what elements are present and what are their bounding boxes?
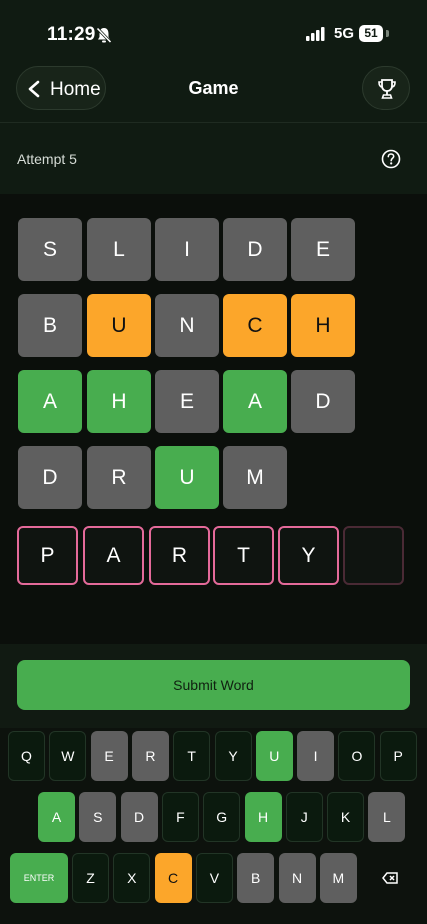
keyboard-key[interactable]: E [90, 731, 128, 781]
letter-tile: E [155, 370, 219, 433]
game-board: SLIDEBUNCHAHEADDRUMPARTY [0, 194, 427, 644]
letter-tile: A [223, 370, 287, 433]
keyboard-key[interactable]: P [379, 731, 417, 781]
keyboard-key[interactable]: V [195, 853, 233, 903]
letter-tile: U [87, 294, 151, 357]
letter-tile: C [223, 294, 287, 357]
keyboard-key[interactable]: N [278, 853, 316, 903]
attempt-bar: Attempt 5 [0, 123, 427, 194]
submit-area: Submit Word [0, 644, 427, 728]
attempt-counter: Attempt 5 [17, 151, 77, 167]
keyboard-key[interactable]: I [297, 731, 335, 781]
submit-word-button[interactable]: Submit Word [17, 660, 410, 710]
letter-tile: U [155, 446, 219, 509]
letter-tile: R [87, 446, 151, 509]
letter-tile: N [155, 294, 219, 357]
keyboard-key[interactable]: S [79, 792, 117, 842]
letter-tile: M [223, 446, 287, 509]
keyboard-key[interactable]: X [113, 853, 151, 903]
keyboard-key[interactable]: Z [72, 853, 109, 903]
keyboard-key[interactable]: C [154, 853, 192, 903]
letter-tile: T [213, 526, 274, 585]
on-screen-keyboard: Q W E R T Y U I O P A S D F G H J K L ENTER Z X C V B N M [0, 728, 427, 924]
letter-tile: E [291, 218, 355, 281]
keyboard-key[interactable]: W [49, 731, 87, 781]
letter-tile: H [291, 294, 355, 357]
keyboard-key[interactable]: O [338, 731, 376, 781]
cellular-signal-icon [306, 27, 328, 46]
keyboard-key[interactable]: L [368, 792, 406, 842]
letter-tile: D [291, 370, 355, 433]
letter-tile: D [223, 218, 287, 281]
keyboard-key[interactable]: J [285, 792, 323, 842]
help-icon[interactable] [381, 149, 401, 174]
keyboard-key[interactable]: G [203, 792, 241, 842]
keyboard-key[interactable]: R [131, 731, 169, 781]
silent-bell-icon [95, 26, 113, 49]
letter-tile: P [17, 526, 78, 585]
backspace-key[interactable] [361, 853, 418, 903]
keyboard-key[interactable]: Q [8, 731, 45, 781]
letter-tile: Y [278, 526, 339, 585]
backspace-icon [381, 872, 398, 884]
keyboard-key[interactable]: A [38, 792, 75, 842]
letter-tile: L [87, 218, 151, 281]
empty-tile [343, 526, 404, 585]
letter-tile: I [155, 218, 219, 281]
status-time: 11:29 [47, 24, 96, 45]
keyboard-key[interactable]: D [120, 792, 158, 842]
letter-tile: B [18, 294, 82, 357]
trophy-icon [378, 79, 396, 99]
status-bar: 11:29 5G 51 [0, 0, 427, 64]
letter-tile: H [87, 370, 151, 433]
keyboard-key[interactable]: T [173, 731, 211, 781]
letter-tile: D [18, 446, 82, 509]
network-type: 5G [334, 25, 355, 42]
keyboard-key[interactable]: F [161, 792, 199, 842]
battery-tip [386, 30, 389, 37]
keyboard-key[interactable]: B [237, 853, 275, 903]
keyboard-key[interactable]: M [319, 853, 357, 903]
letter-tile: A [83, 526, 144, 585]
letter-tile: A [18, 370, 82, 433]
enter-key[interactable]: ENTER [10, 853, 68, 903]
letter-tile: S [18, 218, 82, 281]
keyboard-key[interactable]: H [244, 792, 282, 842]
keyboard-key[interactable]: K [327, 792, 365, 842]
leaderboard-button[interactable] [362, 66, 410, 110]
keyboard-key[interactable]: Y [214, 731, 252, 781]
letter-tile: R [149, 526, 210, 585]
top-nav: Home Game [0, 64, 427, 123]
battery-indicator: 51 [359, 25, 383, 42]
keyboard-key[interactable]: U [255, 731, 293, 781]
